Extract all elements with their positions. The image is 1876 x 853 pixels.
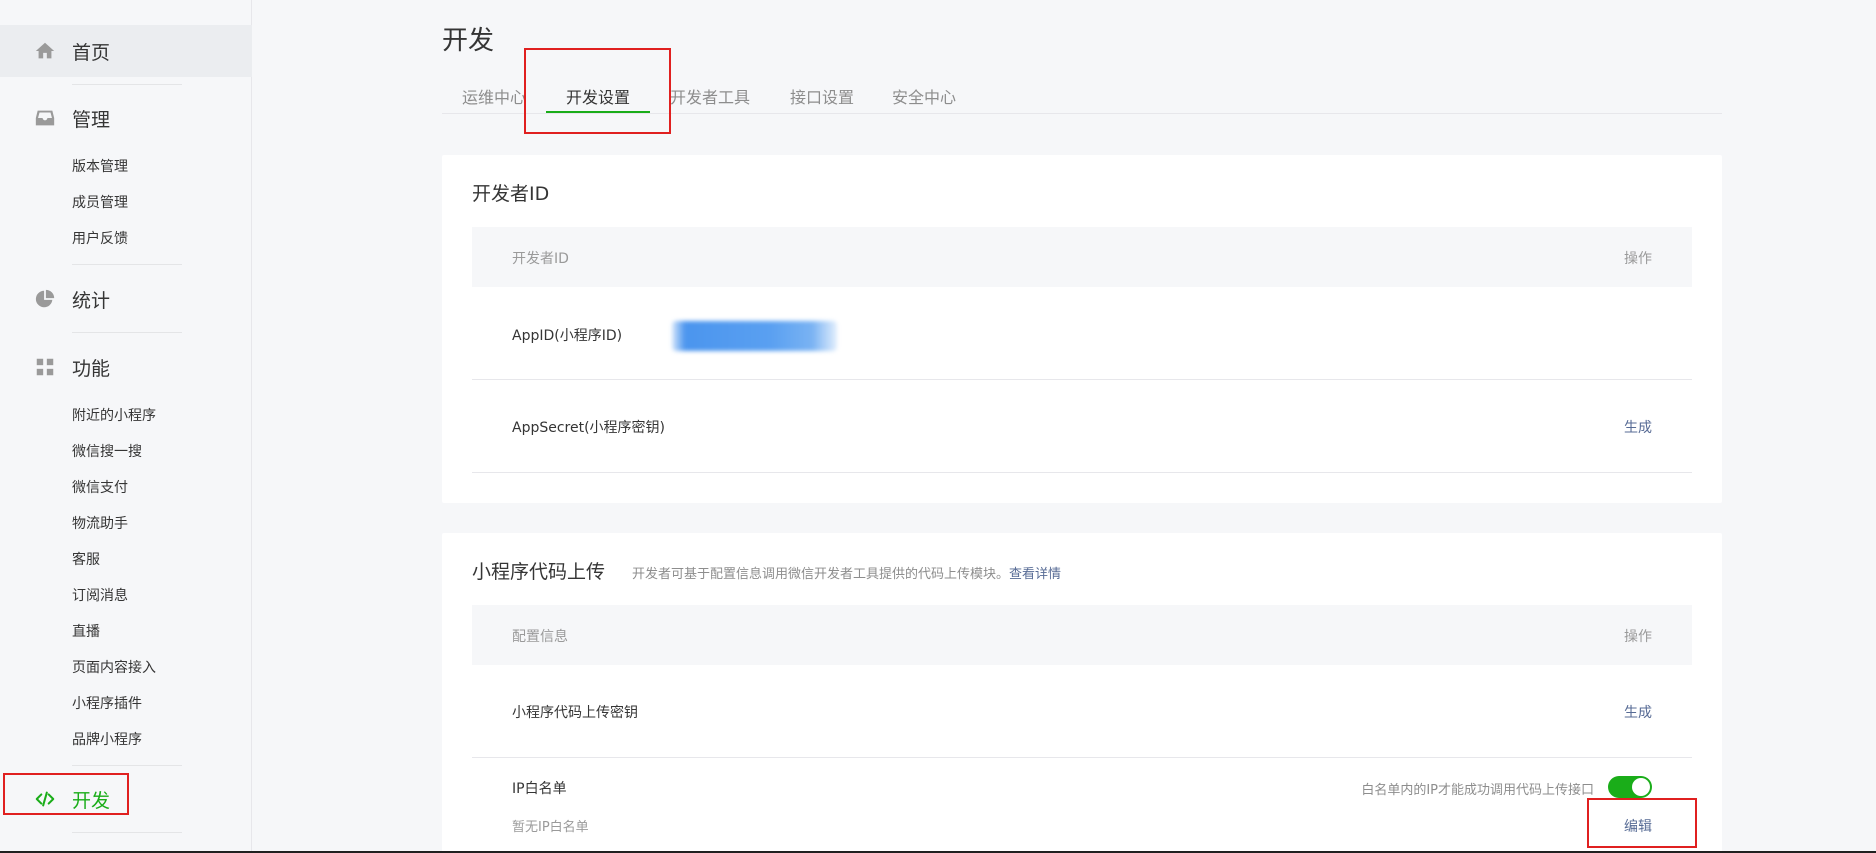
sidebar-sub-service[interactable]: 客服 bbox=[72, 550, 100, 570]
sidebar-item-label: 统计 bbox=[72, 289, 111, 312]
ip-whitelist-empty-text: 暂无IP白名单 bbox=[512, 820, 589, 835]
column-header: 配置信息 bbox=[512, 629, 568, 645]
sidebar-sub-nearby[interactable]: 附近的小程序 bbox=[72, 406, 156, 426]
code-icon bbox=[34, 788, 56, 810]
sidebar-item-dev[interactable]: 开发 bbox=[0, 773, 252, 825]
sidebar-sub-feedback[interactable]: 用户反馈 bbox=[72, 229, 128, 249]
developer-id-card: 开发者ID 开发者ID 操作 AppID(小程序ID) AppSecret(小程… bbox=[442, 155, 1722, 503]
generate-secret-button[interactable]: 生成 bbox=[1624, 417, 1652, 437]
appsecret-label: AppSecret(小程序密钥) bbox=[512, 420, 666, 436]
tab-ops[interactable]: 运维中心 bbox=[462, 84, 526, 108]
ip-whitelist-toggle[interactable] bbox=[1608, 776, 1652, 798]
sidebar-item-label: 功能 bbox=[72, 357, 111, 380]
sidebar-sub-live[interactable]: 直播 bbox=[72, 622, 100, 642]
inbox-icon bbox=[34, 107, 56, 129]
column-header: 操作 bbox=[1624, 251, 1652, 267]
table-header: 开发者ID 操作 bbox=[472, 227, 1692, 287]
sidebar-item-stats[interactable]: 统计 bbox=[0, 273, 252, 325]
ip-whitelist-label: IP白名单 bbox=[512, 781, 567, 797]
table-row: 小程序代码上传密钥 生成 bbox=[472, 665, 1692, 758]
sidebar-item-home[interactable]: 首页 bbox=[0, 25, 252, 77]
sidebar-divider bbox=[72, 832, 182, 833]
card-title: 小程序代码上传 bbox=[472, 561, 606, 583]
tab-dev-tools[interactable]: 开发者工具 bbox=[670, 84, 750, 108]
tab-bar: 运维中心 开发设置 开发者工具 接口设置 安全中心 bbox=[442, 76, 1722, 114]
sidebar-item-label: 管理 bbox=[72, 108, 111, 131]
table-row: IP白名单 暂无IP白名单 白名单内的IP才能成功调用代码上传接口 编辑 bbox=[472, 758, 1692, 853]
tab-api-settings[interactable]: 接口设置 bbox=[790, 84, 854, 108]
table-row: AppSecret(小程序密钥) 生成 bbox=[472, 380, 1692, 473]
sidebar-divider bbox=[72, 84, 182, 85]
page-title: 开发 bbox=[442, 26, 495, 56]
sidebar-sub-content[interactable]: 页面内容接入 bbox=[72, 658, 156, 678]
sidebar-sub-members[interactable]: 成员管理 bbox=[72, 193, 128, 213]
tab-security[interactable]: 安全中心 bbox=[892, 84, 956, 108]
sidebar-divider bbox=[72, 264, 182, 265]
sidebar-sub-search[interactable]: 微信搜一搜 bbox=[72, 442, 142, 462]
sidebar-divider bbox=[72, 332, 182, 333]
appid-label: AppID(小程序ID) bbox=[512, 328, 623, 344]
table-header: 配置信息 操作 bbox=[472, 605, 1692, 665]
sidebar-item-label: 首页 bbox=[72, 41, 111, 64]
description-text: 开发者可基于配置信息调用微信开发者工具提供的代码上传模块。 bbox=[632, 567, 1010, 582]
tab-dev-settings[interactable]: 开发设置 bbox=[566, 84, 630, 108]
home-icon bbox=[34, 40, 56, 62]
card-description: 开发者可基于配置信息调用微信开发者工具提供的代码上传模块。查看详情 bbox=[632, 563, 1061, 582]
active-tab-indicator bbox=[546, 111, 650, 113]
column-header: 开发者ID bbox=[512, 251, 569, 267]
sidebar-sub-subscribe[interactable]: 订阅消息 bbox=[72, 586, 128, 606]
column-header: 操作 bbox=[1624, 629, 1652, 645]
card-title: 开发者ID bbox=[472, 183, 550, 205]
sidebar-sub-logistics[interactable]: 物流助手 bbox=[72, 514, 128, 534]
sidebar: 首页 管理 版本管理 成员管理 用户反馈 统计 功能 附近的小程序 微信搜一搜 … bbox=[0, 0, 252, 853]
upload-key-label: 小程序代码上传密钥 bbox=[512, 705, 638, 721]
pie-chart-icon bbox=[34, 288, 56, 310]
toggle-knob bbox=[1632, 778, 1650, 796]
sidebar-item-manage[interactable]: 管理 bbox=[0, 92, 252, 144]
sidebar-sub-plugin[interactable]: 小程序插件 bbox=[72, 694, 142, 714]
sidebar-item-features[interactable]: 功能 bbox=[0, 341, 252, 393]
table-row: AppID(小程序ID) bbox=[472, 287, 1692, 380]
view-details-link[interactable]: 查看详情 bbox=[1009, 567, 1061, 582]
sidebar-divider bbox=[72, 765, 182, 766]
sidebar-sub-brand[interactable]: 品牌小程序 bbox=[72, 730, 142, 750]
sidebar-item-label: 开发 bbox=[72, 789, 111, 812]
sidebar-sub-pay[interactable]: 微信支付 bbox=[72, 478, 128, 498]
ip-whitelist-hint: 白名单内的IP才能成功调用代码上传接口 bbox=[1361, 783, 1594, 798]
edit-whitelist-button[interactable]: 编辑 bbox=[1624, 816, 1652, 836]
sidebar-sub-version[interactable]: 版本管理 bbox=[72, 157, 128, 177]
grid-icon bbox=[34, 356, 56, 378]
generate-upload-key-button[interactable]: 生成 bbox=[1624, 702, 1652, 722]
appid-value-redacted bbox=[672, 321, 837, 351]
code-upload-card: 小程序代码上传 开发者可基于配置信息调用微信开发者工具提供的代码上传模块。查看详… bbox=[442, 533, 1722, 853]
